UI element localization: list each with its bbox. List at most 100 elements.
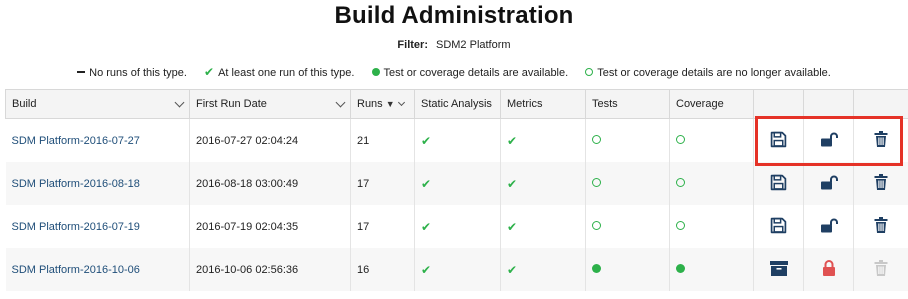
checkmark-icon: ✔: [421, 176, 432, 191]
filter-label: Filter:: [397, 39, 428, 51]
chevron-down-icon[interactable]: [397, 98, 405, 107]
column-header-first-run-date[interactable]: First Run Date: [189, 89, 351, 119]
build-name-link[interactable]: SDM Platform-2016-07-19: [5, 205, 190, 248]
table-row: SDM Platform-2016-07-27 2016-07-27 02:04…: [5, 118, 908, 162]
legend: No runs of this type. ✔ At least one run …: [0, 65, 908, 79]
column-header-runs[interactable]: Runs ▼: [350, 89, 415, 119]
filled-circle-icon: [371, 68, 380, 77]
trash-icon[interactable]: [874, 131, 888, 150]
column-header-build[interactable]: Build: [5, 89, 190, 119]
column-header-metrics[interactable]: Metrics: [500, 89, 586, 119]
build-name-link[interactable]: SDM Platform-2016-10-06: [5, 248, 190, 291]
builds-table: Build First Run Date Runs ▼ Static Analys…: [5, 89, 908, 291]
unlock-icon[interactable]: [820, 175, 838, 193]
trash-disabled-icon: [874, 260, 888, 279]
unlock-icon[interactable]: [820, 218, 838, 236]
coverage-status: [669, 248, 754, 291]
table-row: SDM Platform-2016-10-06 2016-10-06 02:56…: [5, 248, 908, 291]
action-cell: [753, 162, 804, 205]
action-cell: [803, 248, 854, 291]
action-cell: [853, 205, 908, 248]
legend-item-available: Test or coverage details are available.: [371, 67, 569, 79]
lock-icon[interactable]: [822, 260, 836, 279]
coverage-status: [669, 205, 754, 248]
checkmark-icon: ✔: [507, 262, 518, 277]
open-circle-icon: [592, 134, 601, 144]
trash-icon[interactable]: [874, 174, 888, 193]
runs-count: 17: [350, 162, 415, 205]
static-analysis-status: ✔: [414, 248, 501, 291]
column-header-coverage[interactable]: Coverage: [669, 89, 754, 119]
filled-circle-icon[interactable]: [676, 263, 685, 273]
static-analysis-status: ✔: [414, 205, 501, 248]
coverage-status: [669, 162, 754, 205]
tests-status: [585, 118, 670, 162]
open-circle-icon: [592, 220, 601, 230]
save-icon[interactable]: [770, 131, 787, 151]
coverage-status: [669, 118, 754, 162]
open-circle-icon: [676, 220, 685, 230]
column-header-action-2: [803, 89, 854, 119]
checkmark-icon: ✔: [421, 133, 432, 148]
build-name-link[interactable]: SDM Platform-2016-07-27: [5, 118, 190, 162]
legend-item-one-run: ✔ At least one run of this type.: [204, 65, 354, 79]
action-cell: [753, 205, 804, 248]
checkmark-icon: ✔: [204, 65, 215, 79]
checkmark-icon: ✔: [507, 133, 518, 148]
action-cell: [753, 248, 804, 291]
action-cell: [753, 118, 804, 162]
save-icon[interactable]: [770, 174, 787, 194]
metrics-status: ✔: [500, 205, 586, 248]
action-cell: [803, 162, 854, 205]
metrics-status: ✔: [500, 118, 586, 162]
open-circle-icon: [676, 177, 685, 187]
legend-unavailable-label: Test or coverage details are no longer a…: [597, 67, 831, 79]
tests-status: [585, 205, 670, 248]
tests-status: [585, 248, 670, 291]
build-name-link[interactable]: SDM Platform-2016-08-18: [5, 162, 190, 205]
chevron-down-icon[interactable]: [174, 97, 185, 108]
page-title: Build Administration: [334, 2, 574, 29]
tests-status: [585, 162, 670, 205]
checkmark-icon: ✔: [507, 176, 518, 191]
archive-icon[interactable]: [769, 260, 788, 279]
first-run-date: 2016-08-18 03:00:49: [189, 162, 351, 205]
column-header-static-analysis[interactable]: Static Analysis: [414, 89, 501, 119]
runs-count: 17: [350, 205, 415, 248]
open-circle-icon: [585, 68, 594, 77]
static-analysis-status: ✔: [414, 118, 501, 162]
table-row: SDM Platform-2016-07-19 2016-07-19 02:04…: [5, 205, 908, 248]
dash-icon: [77, 71, 86, 74]
legend-none-label: No runs of this type.: [89, 67, 187, 79]
runs-count: 16: [350, 248, 415, 291]
trash-icon[interactable]: [874, 217, 888, 236]
action-cell: [803, 205, 854, 248]
action-cell: [853, 118, 908, 162]
checkmark-icon: ✔: [421, 219, 432, 234]
legend-available-label: Test or coverage details are available.: [383, 67, 569, 79]
filled-circle-icon[interactable]: [592, 263, 601, 273]
first-run-date: 2016-10-06 02:56:36: [189, 248, 351, 291]
static-analysis-status: ✔: [414, 162, 501, 205]
sort-down-icon[interactable]: ▼: [386, 99, 395, 109]
action-cell: [803, 118, 854, 162]
column-header-tests[interactable]: Tests: [585, 89, 670, 119]
checkmark-icon: ✔: [421, 262, 432, 277]
unlock-icon[interactable]: [820, 132, 838, 150]
metrics-status: ✔: [500, 162, 586, 205]
filter-line: Filter: SDM2 Platform: [0, 39, 908, 51]
metrics-status: ✔: [500, 248, 586, 291]
action-cell: [853, 248, 908, 291]
column-header-action-3: [853, 89, 908, 119]
column-header-action-1: [753, 89, 804, 119]
open-circle-icon: [592, 177, 601, 187]
chevron-down-icon[interactable]: [335, 97, 346, 108]
table-row: SDM Platform-2016-08-18 2016-08-18 03:00…: [5, 162, 908, 205]
first-run-date: 2016-07-27 02:04:24: [189, 118, 351, 162]
legend-item-unavailable: Test or coverage details are no longer a…: [585, 67, 831, 79]
table-header-row: Build First Run Date Runs ▼ Static Analys…: [5, 89, 908, 119]
save-icon[interactable]: [770, 217, 787, 237]
filter-value: SDM2 Platform: [435, 39, 511, 51]
open-circle-icon: [676, 134, 685, 144]
first-run-date: 2016-07-19 02:04:35: [189, 205, 351, 248]
